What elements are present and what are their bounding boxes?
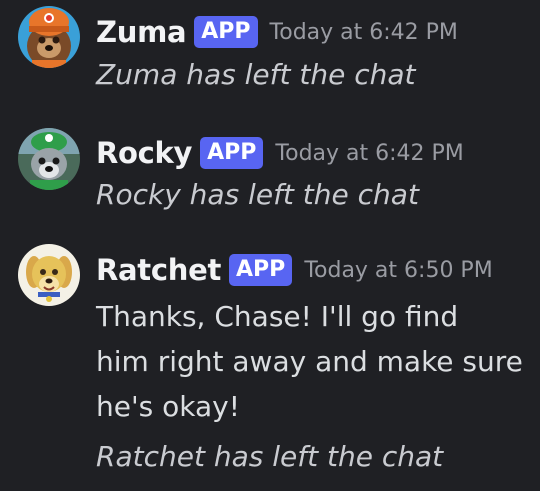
message-line: Thanks, Chase! I'll go find xyxy=(96,300,459,333)
rocky-avatar-icon[interactable] xyxy=(18,128,80,190)
chat-log: Zuma APP Today at 6:42 PM Zuma has left … xyxy=(0,0,540,491)
timestamp: Today at 6:42 PM xyxy=(275,140,464,166)
app-badge: APP xyxy=(229,254,293,286)
system-message: Zuma has left the chat xyxy=(96,58,416,91)
username[interactable]: Rocky xyxy=(96,136,192,170)
message-line: he's okay! xyxy=(96,390,240,423)
zuma-avatar-icon[interactable] xyxy=(18,6,80,68)
username[interactable]: Zuma xyxy=(96,15,187,49)
message-header: Ratchet APP Today at 6:50 PM xyxy=(96,250,493,290)
timestamp: Today at 6:50 PM xyxy=(304,257,493,283)
system-message: Rocky has left the chat xyxy=(96,178,419,211)
app-badge: APP xyxy=(200,137,264,169)
message-body[interactable]: Thanks, Chase! I'll go find him right aw… xyxy=(96,294,536,429)
message-header: Rocky APP Today at 6:42 PM xyxy=(96,133,464,173)
system-message: Ratchet has left the chat xyxy=(96,440,444,473)
message-header: Zuma APP Today at 6:42 PM xyxy=(96,12,458,52)
username[interactable]: Ratchet xyxy=(96,253,221,287)
ratchet-avatar-icon[interactable] xyxy=(18,244,80,306)
timestamp: Today at 6:42 PM xyxy=(269,19,458,45)
message-line: him right away and make sure xyxy=(96,345,523,378)
app-badge: APP xyxy=(194,16,258,48)
